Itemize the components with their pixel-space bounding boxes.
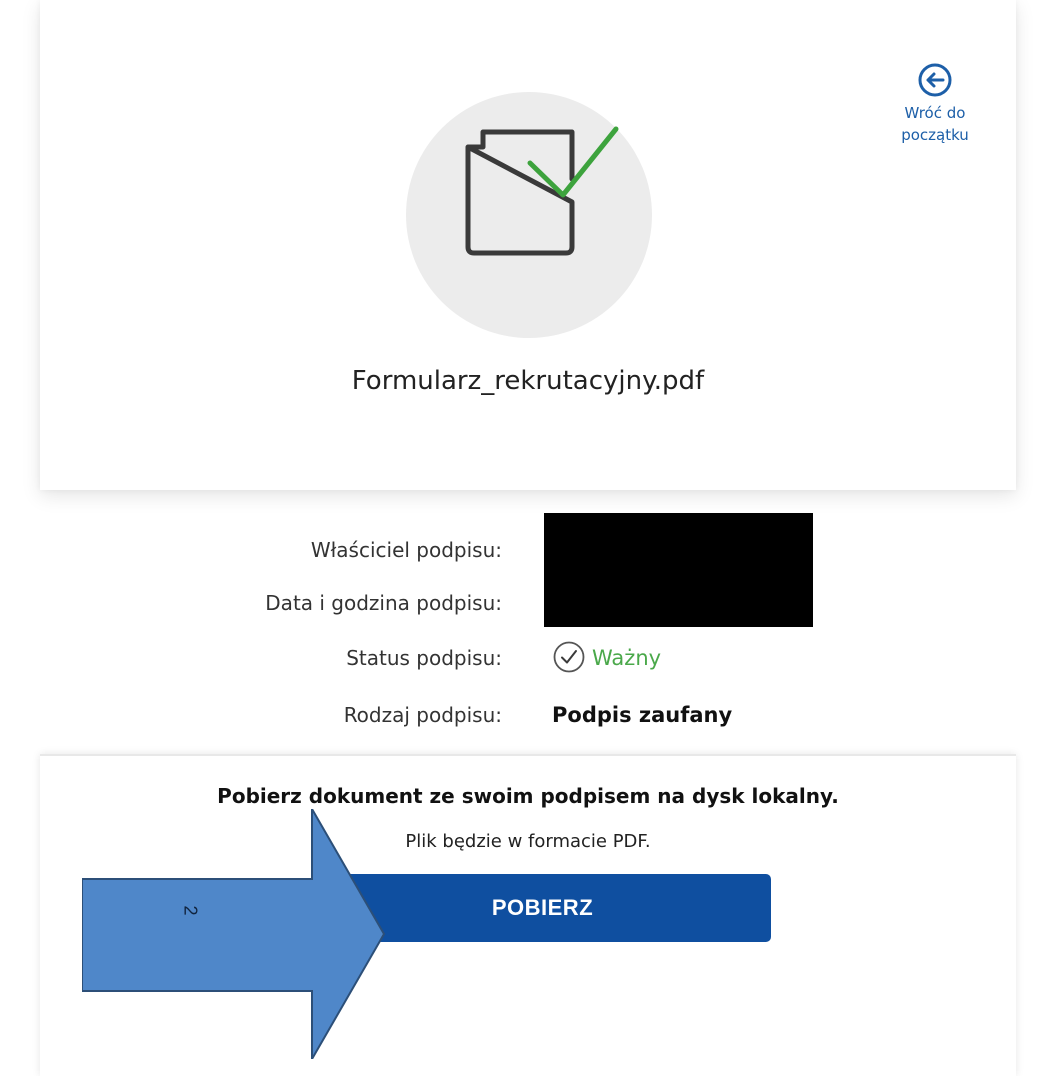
signature-type-label: Rodzaj podpisu: <box>343 703 502 727</box>
annotation-step-number: 2 <box>180 905 201 916</box>
signature-status-row: Status podpisu: Ważny <box>0 635 1055 681</box>
signature-type-row: Rodzaj podpisu: Podpis zaufany <box>0 692 1055 738</box>
signature-status-text: Ważny <box>592 646 662 670</box>
signature-status-label: Status podpisu: <box>346 646 502 670</box>
document-filename: Formularz_rekrutacyjny.pdf <box>351 366 705 396</box>
download-title: Pobierz dokument ze swoim podpisem na dy… <box>217 784 839 808</box>
signed-document-icon <box>465 126 619 256</box>
signature-status-value: Ważny <box>552 635 661 681</box>
check-circle-icon <box>553 641 585 673</box>
back-to-start-label: Wróć do początku <box>901 104 969 144</box>
signature-type-value: Podpis zaufany <box>552 703 733 727</box>
annotation-arrow-icon <box>82 809 386 1059</box>
signature-owner-label: Właściciel podpisu: <box>310 538 502 562</box>
back-to-start-link[interactable]: Wróć do początku <box>880 62 990 146</box>
document-icon-circle <box>406 92 652 338</box>
signature-datetime-label: Data i godzina podpisu: <box>265 591 502 615</box>
signature-datetime-row: Data i godzina podpisu: <box>0 580 1055 626</box>
arrow-left-circle-icon <box>918 63 952 97</box>
redaction-box <box>544 513 813 627</box>
signature-owner-row: Właściciel podpisu: <box>0 527 1055 573</box>
